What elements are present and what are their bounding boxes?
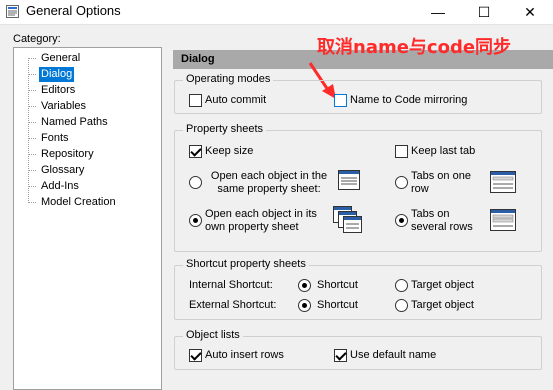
minimize-button[interactable]: — <box>415 0 461 24</box>
tabs-one-row-label: Tabs on one row <box>411 170 471 195</box>
tree-guide-line <box>28 58 29 203</box>
tree-item-dialog[interactable]: Dialog <box>39 67 75 82</box>
external-shortcut-label: External Shortcut: <box>189 299 277 311</box>
name-to-code-label: Name to Code mirroring <box>350 94 468 106</box>
open-same-sheet-radio[interactable] <box>189 176 202 189</box>
tabs-several-rows-label: Tabs on several rows <box>411 208 473 233</box>
object-lists-group: Object lists Auto insert rows Use defaul… <box>174 329 542 370</box>
internal-target-label: Target object <box>411 279 474 291</box>
category-tree[interactable]: General Dialog Editors Variables Named P… <box>13 47 162 390</box>
maximize-icon: ☐ <box>477 3 491 20</box>
tree-connector <box>28 74 36 75</box>
open-own-sheet-radio[interactable] <box>189 214 202 227</box>
window-title: General Options <box>26 3 121 18</box>
tree-connector <box>28 202 36 203</box>
own-property-sheet-icon <box>333 206 362 233</box>
tree-item-variables[interactable]: Variables <box>39 99 88 114</box>
tree-connector <box>28 170 36 171</box>
auto-insert-rows-checkbox[interactable] <box>189 349 202 362</box>
tree-connector <box>28 122 36 123</box>
operating-modes-title: Operating modes <box>183 73 274 85</box>
same-property-sheet-icon <box>338 170 360 190</box>
shortcut-sheets-group: Shortcut property sheets Internal Shortc… <box>174 258 542 320</box>
tree-item-editors[interactable]: Editors <box>39 83 77 98</box>
tree-connector <box>28 106 36 107</box>
tree-connector <box>28 90 36 91</box>
keep-last-tab-checkbox[interactable] <box>395 145 408 158</box>
shortcut-sheets-title: Shortcut property sheets <box>183 258 309 270</box>
internal-shortcut-label: Internal Shortcut: <box>189 279 273 291</box>
use-default-name-checkbox[interactable] <box>334 349 347 362</box>
external-shortcut-radio[interactable] <box>298 299 311 312</box>
maximize-button[interactable]: ☐ <box>461 0 507 24</box>
tree-item-repository[interactable]: Repository <box>39 147 96 162</box>
internal-shortcut-radio[interactable] <box>298 279 311 292</box>
keep-last-tab-label: Keep last tab <box>411 145 476 157</box>
tabs-one-row-radio[interactable] <box>395 176 408 189</box>
tabs-one-row-icon <box>490 171 516 193</box>
auto-commit-checkbox[interactable] <box>189 94 202 107</box>
tree-item-named-paths[interactable]: Named Paths <box>39 115 110 130</box>
tree-item-model-creation[interactable]: Model Creation <box>39 195 118 210</box>
app-icon <box>6 5 19 18</box>
tree-item-glossary[interactable]: Glossary <box>39 163 86 178</box>
tree-connector <box>28 58 36 59</box>
tree-item-general[interactable]: General <box>39 51 82 66</box>
auto-commit-label: Auto commit <box>205 94 267 106</box>
external-shortcut-option-label: Shortcut <box>317 299 358 311</box>
operating-modes-group: Operating modes Auto commit Name to Code… <box>174 73 542 114</box>
tabs-several-rows-radio[interactable] <box>395 214 408 227</box>
external-target-label: Target object <box>411 299 474 311</box>
tree-connector <box>28 186 36 187</box>
open-own-sheet-label: Open each object in its own property she… <box>205 208 317 233</box>
category-label: Category: <box>13 33 61 45</box>
property-sheets-title: Property sheets <box>183 123 267 135</box>
minimize-icon: — <box>431 4 445 20</box>
auto-insert-rows-label: Auto insert rows <box>205 349 284 361</box>
object-lists-title: Object lists <box>183 329 243 341</box>
keep-size-label: Keep size <box>205 145 254 157</box>
internal-shortcut-option-label: Shortcut <box>317 279 358 291</box>
use-default-name-label: Use default name <box>350 349 437 361</box>
external-target-radio[interactable] <box>395 299 408 312</box>
tree-connector <box>28 138 36 139</box>
tree-connector <box>28 154 36 155</box>
close-icon: ✕ <box>524 3 536 20</box>
property-sheets-group: Property sheets Keep size Keep last tab … <box>174 123 542 252</box>
internal-target-radio[interactable] <box>395 279 408 292</box>
panel-title: Dialog <box>181 53 215 65</box>
tabs-several-rows-icon <box>490 209 516 231</box>
annotation-text: 取消name与code同步 <box>317 37 512 58</box>
keep-size-checkbox[interactable] <box>189 145 202 158</box>
close-button[interactable]: ✕ <box>507 0 553 24</box>
open-same-sheet-label: Open each object in the same property sh… <box>210 170 328 195</box>
title-bar: General Options — ☐ ✕ <box>0 0 553 25</box>
tree-item-add-ins[interactable]: Add-Ins <box>39 179 81 194</box>
tree-item-fonts[interactable]: Fonts <box>39 131 71 146</box>
name-to-code-checkbox[interactable] <box>334 94 347 107</box>
